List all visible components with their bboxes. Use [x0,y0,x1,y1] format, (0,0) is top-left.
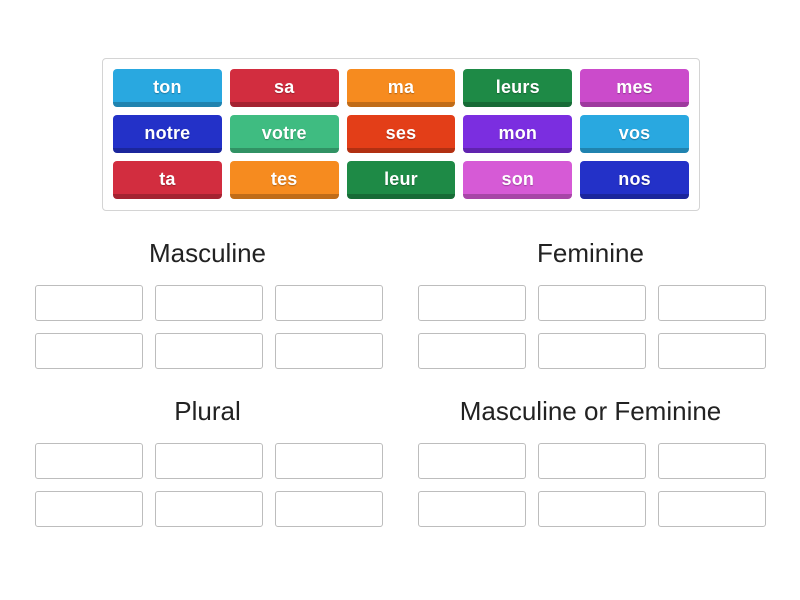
category-title: Feminine [537,238,644,268]
category-slot-grid [413,285,768,369]
word-tile[interactable]: mes [580,69,689,107]
word-tile-cell: leur [343,157,460,203]
category-group-masculine-or-feminine: Masculine or Feminine [413,394,768,527]
category-slot-grid [413,443,768,527]
word-tile[interactable]: ta [113,161,222,199]
word-tile-cell: votre [226,111,343,157]
drop-slot[interactable] [418,333,526,369]
drop-slot[interactable] [275,443,383,479]
drop-slot[interactable] [418,443,526,479]
word-tile[interactable]: ses [346,115,456,153]
word-bank-row: ton sa ma leurs mes [109,65,693,111]
drop-slot[interactable] [35,333,143,369]
word-tile-label: leurs [495,76,540,97]
category-title: Masculine or Feminine [459,396,722,426]
drop-slot[interactable] [658,285,766,321]
category-title: Plural [174,396,241,426]
drop-slot[interactable] [658,491,766,527]
word-tile-label: ta [159,168,176,189]
drop-slot[interactable] [155,285,263,321]
drop-slot[interactable] [418,285,526,321]
word-tile-cell: son [459,157,576,203]
word-tile[interactable]: leur [346,161,456,199]
word-tile[interactable]: nos [580,161,689,199]
word-tile[interactable]: ma [346,69,456,107]
word-tile-label: leur [384,168,418,189]
word-tile-label: tes [270,168,298,189]
category-group-plural: Plural [30,394,385,527]
word-tile-cell: vos [576,111,693,157]
word-tile-cell: ton [109,65,226,111]
word-tile-cell: nos [576,157,693,203]
category-slot-grid [30,285,385,369]
word-tile[interactable]: sa [229,69,339,107]
word-bank-row: ta tes leur son nos [109,157,693,203]
drop-slot[interactable] [275,491,383,527]
drop-slot[interactable] [155,491,263,527]
word-tile-label: nos [618,168,651,189]
word-tile-label: sa [273,76,295,97]
drop-slot[interactable] [35,491,143,527]
drop-slot[interactable] [418,491,526,527]
drop-slot[interactable] [35,285,143,321]
word-tile[interactable]: ton [113,69,222,107]
drop-slot[interactable] [658,443,766,479]
word-tile-cell: leurs [459,65,576,111]
group-sort-activity: ton sa ma leurs mes notre votre ses mon … [0,0,800,600]
word-tile-label: vos [618,122,651,143]
drop-slot[interactable] [155,443,263,479]
word-tile-label: mon [498,122,538,143]
word-tile[interactable]: leurs [463,69,573,107]
word-tile[interactable]: vos [580,115,689,153]
drop-slot[interactable] [275,285,383,321]
word-tile-label: ses [385,122,417,143]
word-tile-cell: notre [109,111,226,157]
word-tile-cell: mon [459,111,576,157]
word-tile[interactable]: notre [113,115,222,153]
drop-slot[interactable] [275,333,383,369]
drop-slot[interactable] [658,333,766,369]
drop-slot[interactable] [538,333,646,369]
category-title: Masculine [148,238,267,268]
word-tile-label: mes [616,76,653,97]
word-tile-label: ma [387,76,415,97]
drop-slot[interactable] [538,285,646,321]
word-tile[interactable]: tes [229,161,339,199]
word-tile-cell: tes [226,157,343,203]
word-tile-label: notre [144,122,191,143]
word-tile-cell: mes [576,65,693,111]
word-tile-cell: ta [109,157,226,203]
drop-slot[interactable] [155,333,263,369]
drop-slot[interactable] [538,443,646,479]
word-tile-label: son [501,168,535,189]
word-tile[interactable]: mon [463,115,573,153]
word-tile-label: votre [261,122,307,143]
word-tile[interactable]: son [463,161,573,199]
category-group-masculine: Masculine [30,236,385,369]
word-tile-cell: ses [343,111,460,157]
word-tile-label: ton [153,76,182,97]
drop-slot[interactable] [538,491,646,527]
word-bank: ton sa ma leurs mes notre votre ses mon … [102,58,700,211]
category-group-feminine: Feminine [413,236,768,369]
word-tile[interactable]: votre [229,115,339,153]
word-tile-cell: ma [343,65,460,111]
word-bank-row: notre votre ses mon vos [109,111,693,157]
word-tile-cell: sa [226,65,343,111]
category-slot-grid [30,443,385,527]
drop-slot[interactable] [35,443,143,479]
